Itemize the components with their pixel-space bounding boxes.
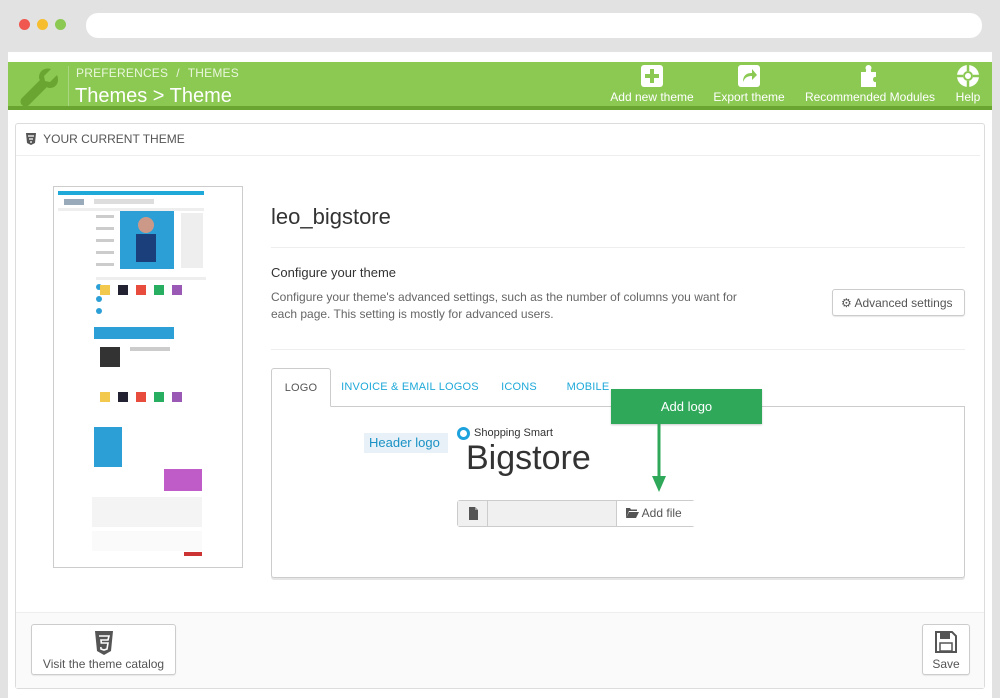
lifebuoy-icon: [957, 65, 979, 87]
panel-heading: YOUR CURRENT THEME: [16, 124, 980, 156]
export-icon: [738, 65, 760, 87]
add-logo-callout: Add logo: [611, 389, 762, 424]
file-icon: [458, 501, 488, 526]
add-new-theme-button[interactable]: Add new theme: [606, 64, 698, 108]
logo-wordmark: Bigstore: [466, 439, 591, 477]
logo-tagline: Shopping Smart: [474, 427, 553, 439]
divider: [271, 247, 965, 248]
breadcrumb-preferences[interactable]: PREFERENCES: [76, 66, 168, 80]
folder-open-icon: [626, 508, 639, 518]
wrench-icon: [20, 68, 59, 107]
save-button[interactable]: Save: [922, 624, 970, 675]
save-icon: [935, 631, 957, 653]
breadcrumb-separator: /: [176, 66, 180, 80]
visit-theme-catalog-button[interactable]: Visit the theme catalog: [31, 624, 176, 675]
add-new-theme-label: Add new theme: [610, 90, 694, 104]
add-file-label: Add file: [641, 506, 682, 520]
close-window-dot[interactable]: [19, 19, 30, 30]
theme-screenshot-graphic: [58, 191, 206, 556]
export-theme-button[interactable]: Export theme: [708, 64, 790, 108]
puzzle-icon: [861, 65, 876, 87]
advanced-settings-label: Advanced settings: [854, 296, 953, 310]
panel-heading-text: YOUR CURRENT THEME: [43, 132, 185, 146]
html5-icon: [26, 133, 36, 145]
maximize-window-dot[interactable]: [55, 19, 66, 30]
tab-mobile[interactable]: MOBILE: [562, 368, 614, 407]
save-label: Save: [932, 657, 960, 671]
configure-title: Configure your theme: [271, 265, 397, 280]
divider: [271, 349, 965, 350]
page-title: Themes > Theme: [75, 85, 232, 107]
breadcrumb: PREFERENCES / THEMES: [76, 66, 247, 80]
minimize-window-dot[interactable]: [37, 19, 48, 30]
file-name-input[interactable]: [488, 501, 616, 526]
add-file-button[interactable]: Add file: [616, 501, 695, 526]
tab-icons[interactable]: ICONS: [496, 368, 542, 407]
recommended-modules-button[interactable]: Recommended Modules: [800, 64, 940, 108]
theme-name: leo_bigstore: [271, 204, 391, 229]
plus-square-icon: [641, 65, 663, 87]
visit-catalog-label: Visit the theme catalog: [42, 657, 165, 671]
header-divider: [68, 66, 69, 106]
tab-logo[interactable]: LOGO: [271, 368, 331, 407]
gear-icon: ⚙: [841, 296, 852, 310]
tab-invoice-email-logos[interactable]: INVOICE & EMAIL LOGOS: [340, 368, 480, 407]
help-button[interactable]: Help: [950, 64, 986, 108]
help-label: Help: [955, 90, 981, 104]
header-logo-label: Header logo: [364, 433, 448, 453]
logo-tab-pane: [271, 406, 965, 578]
advanced-settings-button[interactable]: ⚙ Advanced settings: [832, 289, 965, 316]
configure-description: Configure your theme's advanced settings…: [271, 290, 737, 321]
export-theme-label: Export theme: [713, 90, 785, 104]
logo-file-upload[interactable]: Add file: [457, 500, 695, 527]
recommended-modules-label: Recommended Modules: [804, 90, 936, 104]
html5-icon: [94, 631, 113, 655]
arrow-down-icon: [652, 424, 666, 492]
address-bar[interactable]: [86, 13, 982, 38]
theme-preview-image: [53, 186, 243, 568]
breadcrumb-themes[interactable]: THEMES: [188, 66, 239, 80]
